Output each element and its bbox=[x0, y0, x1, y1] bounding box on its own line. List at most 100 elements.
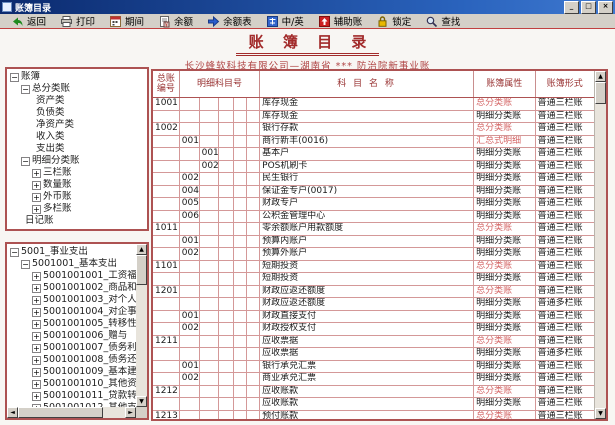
table-row[interactable]: 005 财政专户 明细分类账 普通三栏账 bbox=[153, 198, 594, 211]
table-row[interactable]: 002 民生银行 明细分类账 普通三栏账 bbox=[153, 173, 594, 186]
scroll-down-icon[interactable]: ▼ bbox=[595, 408, 606, 419]
tree-item[interactable]: 负债类 bbox=[7, 107, 147, 119]
table-row[interactable]: 1001 库存现金 总分类账 普通三栏账 bbox=[153, 98, 594, 111]
tree-item[interactable]: +5001001011_贷款转贷及 bbox=[7, 390, 136, 402]
tree-item[interactable]: +5001001007_债务利息支 bbox=[7, 342, 136, 354]
table-row[interactable]: 001 预算内账户 明细分类账 普通三栏账 bbox=[153, 235, 594, 248]
tree-item[interactable]: +5001001004_对企事业单 bbox=[7, 306, 136, 318]
expand-icon[interactable]: + bbox=[32, 295, 41, 305]
table-row[interactable]: 001 商行新丰(0016) 汇总式明细 普通三栏账 bbox=[153, 135, 594, 148]
tree-item-label: 多栏账 bbox=[43, 203, 72, 214]
tree-item[interactable]: −5001_事业支出 bbox=[7, 246, 136, 258]
expand-icon[interactable]: + bbox=[32, 319, 41, 329]
tree-item[interactable]: + 三栏账 bbox=[7, 167, 147, 179]
table-row[interactable]: 短期投资 明细分类账 普通三栏账 bbox=[153, 273, 594, 286]
tree-item[interactable]: +5001001009_基本建设支 bbox=[7, 366, 136, 378]
toolbar-button-返回[interactable]: 返回 bbox=[4, 14, 53, 28]
subject-tree-horizontal-scrollbar[interactable]: ◄ ► bbox=[7, 407, 136, 418]
tree-item[interactable]: − 总分类账 bbox=[7, 83, 147, 95]
tree-item[interactable]: +5001001003_对个人和家 bbox=[7, 294, 136, 306]
tree-item[interactable]: + 多栏账 bbox=[7, 203, 147, 215]
expand-icon[interactable]: + bbox=[32, 343, 41, 353]
toolbar-button-查找[interactable]: 查找 bbox=[418, 14, 467, 28]
table-row[interactable]: 004 保证金专户(0017) 明细分类账 普通三栏账 bbox=[153, 185, 594, 198]
collapse-icon[interactable]: − bbox=[21, 259, 30, 269]
table-row[interactable]: 002 财政授权支付 明细分类账 普通三栏账 bbox=[153, 323, 594, 336]
scroll-left-icon[interactable]: ◄ bbox=[7, 407, 18, 418]
tree-item[interactable]: −5001001_基本支出 bbox=[7, 258, 136, 270]
toolbar-button-label: 打印 bbox=[76, 17, 96, 28]
expand-icon[interactable]: + bbox=[32, 168, 41, 178]
expand-icon[interactable]: + bbox=[32, 180, 41, 190]
tree-item[interactable]: + 数量账 bbox=[7, 179, 147, 191]
tree-item[interactable]: 日记账 bbox=[7, 215, 147, 227]
tree-item[interactable]: − 明细分类账 bbox=[7, 155, 147, 167]
table-row[interactable]: 库存现金 明细分类账 普通三栏账 bbox=[153, 110, 594, 123]
table-cell bbox=[200, 173, 220, 185]
tree-item[interactable]: +5001001006_赠与 bbox=[7, 330, 136, 342]
table-row[interactable]: 002 商业承兑汇票 明细分类账 普通三栏账 bbox=[153, 373, 594, 386]
table-row[interactable]: 1201 财政应返还额度 总分类账 普通三栏账 bbox=[153, 285, 594, 298]
expand-icon[interactable]: + bbox=[32, 331, 41, 341]
subject-tree-vertical-scrollbar[interactable]: ▲ ▼ bbox=[136, 244, 147, 407]
table-cell: 普通三栏账 bbox=[537, 223, 583, 233]
expand-icon[interactable]: + bbox=[32, 283, 41, 293]
expand-icon[interactable]: + bbox=[32, 391, 41, 401]
expand-icon[interactable]: + bbox=[32, 355, 41, 365]
table-row[interactable]: 002 POS机刷卡 明细分类账 普通三栏账 bbox=[153, 160, 594, 173]
scrollbar-thumb[interactable] bbox=[136, 255, 147, 285]
scroll-down-icon[interactable]: ▼ bbox=[136, 396, 147, 407]
scrollbar-thumb[interactable] bbox=[595, 82, 606, 104]
tree-item[interactable]: 净资产类 bbox=[7, 119, 147, 131]
tree-item[interactable]: +5001001008_债务还本支 bbox=[7, 354, 136, 366]
toolbar-button-中/英[interactable]: 中/英 bbox=[259, 14, 311, 28]
close-button[interactable]: × bbox=[598, 0, 613, 14]
collapse-icon[interactable]: − bbox=[21, 84, 30, 94]
table-row[interactable]: 1002 银行存款 总分类账 普通三栏账 bbox=[153, 123, 594, 136]
tree-item[interactable]: 资产类 bbox=[7, 95, 147, 107]
scroll-right-icon[interactable]: ► bbox=[125, 407, 136, 418]
minimize-button[interactable]: _ bbox=[564, 0, 579, 14]
table-row[interactable]: 1101 短期投资 总分类账 普通三栏账 bbox=[153, 260, 594, 273]
table-row[interactable]: 应收账款 明细分类账 普通三栏账 bbox=[153, 398, 594, 411]
table-row[interactable]: 001 基本户 明细分类账 普通三栏账 bbox=[153, 148, 594, 161]
collapse-icon[interactable]: − bbox=[21, 156, 30, 166]
tree-item[interactable]: 收入类 bbox=[7, 131, 147, 143]
toolbar-button-打印[interactable]: 打印 bbox=[53, 14, 102, 28]
tree-item[interactable]: + 外币账 bbox=[7, 191, 147, 203]
toolbar-button-余额[interactable]: ¥ 余额 bbox=[151, 14, 200, 28]
table-row[interactable]: 财政应返还额度 明细分类账 普通多栏账 bbox=[153, 298, 594, 311]
tree-item[interactable]: 支出类 bbox=[7, 143, 147, 155]
restore-button[interactable]: □ bbox=[581, 0, 596, 14]
tree-item[interactable]: +5001001001_工资福利支 bbox=[7, 270, 136, 282]
expand-icon[interactable]: + bbox=[32, 192, 41, 202]
table-row[interactable]: 1011 零余额账户用款额度 总分类账 普通三栏账 bbox=[153, 223, 594, 236]
toolbar-button-辅助账[interactable]: 辅助账 bbox=[311, 14, 370, 28]
table-row[interactable]: 1212 应收账款 总分类账 普通三栏账 bbox=[153, 385, 594, 398]
table-row[interactable]: 1211 应收票据 总分类账 普通三栏账 bbox=[153, 335, 594, 348]
toolbar-button-锁定[interactable]: 锁定 bbox=[369, 14, 418, 28]
expand-icon[interactable]: + bbox=[32, 379, 41, 389]
table-row[interactable]: 006 公积金管理中心 明细分类账 普通三栏账 bbox=[153, 210, 594, 223]
table-row[interactable]: 1213 预付账款 总分类账 普通三栏账 bbox=[153, 410, 594, 419]
expand-icon[interactable]: + bbox=[32, 204, 41, 214]
table-row[interactable]: 002 预算外账户 明细分类账 普通三栏账 bbox=[153, 248, 594, 261]
collapse-icon[interactable]: − bbox=[10, 247, 19, 257]
table-vertical-scrollbar[interactable]: ▲ ▼ bbox=[594, 71, 606, 419]
tree-item[interactable]: +5001001005_转移性支出 bbox=[7, 318, 136, 330]
tree-item[interactable]: − 账簿 bbox=[7, 71, 147, 83]
collapse-icon[interactable]: − bbox=[10, 72, 19, 82]
table-row[interactable]: 001 银行承兑汇票 明细分类账 普通三栏账 bbox=[153, 360, 594, 373]
scrollbar-thumb[interactable] bbox=[18, 407, 103, 418]
scroll-up-icon[interactable]: ▲ bbox=[595, 71, 606, 82]
table-row[interactable]: 应收票据 明细分类账 普通多栏账 bbox=[153, 348, 594, 361]
scroll-up-icon[interactable]: ▲ bbox=[136, 244, 147, 255]
expand-icon[interactable]: + bbox=[32, 307, 41, 317]
tree-item[interactable]: +5001001002_商品和服务 bbox=[7, 282, 136, 294]
expand-icon[interactable]: + bbox=[32, 367, 41, 377]
toolbar-button-余额表[interactable]: 余额表 bbox=[200, 14, 259, 28]
toolbar-button-期间[interactable]: 期间 bbox=[102, 14, 151, 28]
table-row[interactable]: 001 财政直接支付 明细分类账 普通三栏账 bbox=[153, 310, 594, 323]
tree-item[interactable]: +5001001010_其他资本性 bbox=[7, 378, 136, 390]
expand-icon[interactable]: + bbox=[32, 271, 41, 281]
